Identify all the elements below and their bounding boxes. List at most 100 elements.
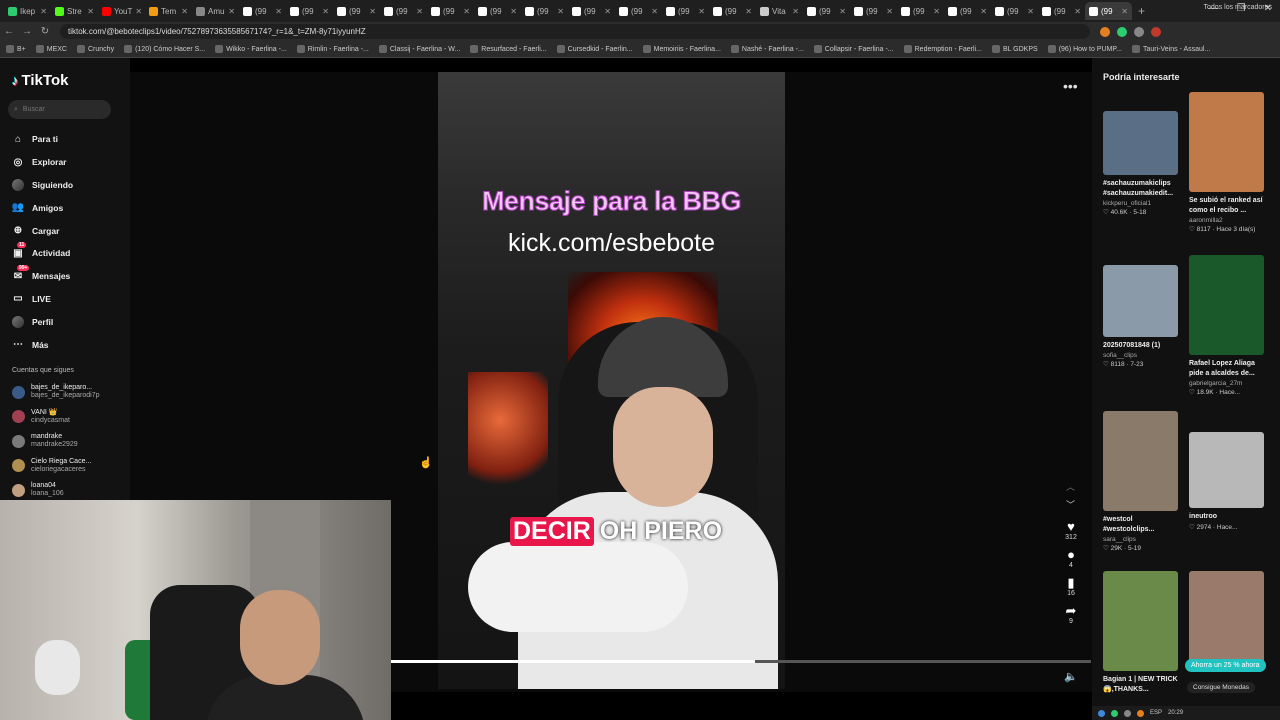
tab-close-icon[interactable]: ✕ (886, 7, 893, 16)
reload-icon[interactable]: ↻ (36, 26, 54, 37)
tab-close-icon[interactable]: ✕ (40, 7, 47, 16)
tab-close-icon[interactable]: ✕ (463, 7, 470, 16)
tab-close-icon[interactable]: ✕ (1121, 7, 1128, 16)
bookmark-item[interactable]: MEXC (35, 45, 67, 53)
tab-close-icon[interactable]: ✕ (1074, 7, 1081, 16)
tab-close-icon[interactable]: ✕ (322, 7, 329, 16)
recommendation-card[interactable]: Se subió el ranked así como el recibo ..… (1189, 92, 1269, 233)
tab-close-icon[interactable]: ✕ (839, 7, 846, 16)
tab-close-icon[interactable]: ✕ (698, 7, 705, 16)
tab-close-icon[interactable]: ✕ (369, 7, 376, 16)
browser-tab[interactable]: (99 ✕ (944, 2, 991, 20)
keyboard-language[interactable]: ESP (1150, 710, 1162, 716)
bookmark-item[interactable]: Wikko - Faerlina -... (215, 45, 287, 53)
tray-icon[interactable] (1111, 709, 1118, 717)
browser-tab[interactable]: Ikep ✕ (4, 2, 51, 20)
tab-close-icon[interactable]: ✕ (87, 7, 94, 16)
forward-icon[interactable]: → (18, 26, 36, 37)
browser-tab[interactable]: Amu ✕ (192, 2, 239, 20)
tiktok-logo[interactable]: ♪ TikTok (12, 72, 68, 89)
tab-close-icon[interactable]: ✕ (651, 7, 658, 16)
browser-tab[interactable]: YouT ✕ (98, 2, 145, 20)
bookmark-item[interactable]: Nashé - Faerlina -... (730, 45, 804, 53)
bookmark-item[interactable]: B+ (6, 45, 26, 53)
tab-close-icon[interactable]: ✕ (416, 7, 423, 16)
recommendation-card[interactable] (1189, 571, 1269, 671)
browser-tab[interactable]: (99 ✕ (380, 2, 427, 20)
recommendation-thumbnail[interactable] (1103, 265, 1178, 337)
browser-tab[interactable]: (99 ✕ (427, 2, 474, 20)
video-progress-bar[interactable] (391, 660, 1091, 663)
sidebar-item-mas[interactable]: ⋯ Más (12, 333, 127, 356)
bookmark-item[interactable]: Memoiriis - Faerlina... (642, 45, 721, 53)
bookmark-item[interactable]: Crunchy (77, 45, 114, 53)
following-item[interactable]: loana04 loana_106 (12, 478, 127, 503)
recommendation-card[interactable]: Rafael Lopez Aliaga pide a alcaldes de..… (1189, 255, 1269, 396)
back-icon[interactable]: ← (0, 26, 18, 37)
recommendation-thumbnail[interactable] (1103, 411, 1178, 511)
like-button[interactable]: ♥ 312 (1058, 520, 1084, 542)
sidebar-item-para-ti[interactable]: ⌂ Para ti (12, 128, 127, 151)
more-options-icon[interactable]: ••• (1063, 78, 1078, 94)
sidebar-item-cargar[interactable]: ⊕ Cargar (12, 219, 127, 242)
browser-tab[interactable]: (99 ✕ (897, 2, 944, 20)
sidebar-item-amigos[interactable]: 👥 Amigos (12, 196, 127, 219)
share-button[interactable]: ➦ 9 (1058, 604, 1084, 626)
sidebar-item-mensajes[interactable]: ✉ 99+ Mensajes (12, 265, 127, 288)
bookmark-item[interactable]: BL GDKPS (991, 45, 1038, 53)
bookmark-item[interactable]: Redemption - Faerli... (903, 45, 982, 53)
browser-tab[interactable]: (99 ✕ (568, 2, 615, 20)
sidebar-item-siguiendo[interactable]: Siguiendo (12, 174, 127, 197)
next-video-icon[interactable]: ﹀ (1066, 498, 1075, 511)
tab-close-icon[interactable]: ✕ (1027, 7, 1034, 16)
tab-close-icon[interactable]: ✕ (980, 7, 987, 16)
browser-tab[interactable]: Stre ✕ (51, 2, 98, 20)
following-item[interactable]: Cielo Riega Cace... cieloriegacaceres (12, 454, 127, 479)
sidebar-item-perfil[interactable]: Perfil (12, 310, 127, 333)
recommendation-card[interactable]: 202507081848 (1) sofia__clips ♡ 8118 · 7-2… (1103, 265, 1183, 368)
save-button[interactable]: ▮ 16 (1058, 576, 1084, 598)
all-bookmarks-button[interactable]: Todos los marcadores (1204, 4, 1272, 11)
recommendation-card[interactable]: Bagian 1 | NEW TRICK😱,THANKS... (1103, 571, 1183, 695)
following-item[interactable]: mandrake mandrake2929 (12, 429, 127, 454)
bookmark-item[interactable]: Tauri-Veins - Assaul... (1131, 45, 1210, 53)
video-player[interactable]: Mensaje para la BBG kick.com/esbebote DE… (438, 72, 785, 689)
recommendation-thumbnail[interactable] (1189, 571, 1264, 671)
recommendation-card[interactable]: #westcol #westcolclips... sara__clips ♡ 29… (1103, 411, 1183, 552)
bookmark-item[interactable]: Rimlin - Faerlina -... (296, 45, 369, 53)
browser-tab[interactable]: (99 ✕ (803, 2, 850, 20)
tab-close-icon[interactable]: ✕ (745, 7, 752, 16)
extension-icon[interactable] (1100, 26, 1110, 37)
browser-tab[interactable]: (99 ✕ (521, 2, 568, 20)
bookmark-item[interactable]: Cursedkid - Faerlin... (556, 45, 633, 53)
following-item[interactable]: bajes_de_ikeparo... bajes_de_ikeparodi7p (12, 380, 127, 405)
recommendation-thumbnail[interactable] (1189, 92, 1264, 192)
extension-icon[interactable] (1117, 26, 1127, 37)
browser-tab[interactable]: Vita ✕ (756, 2, 803, 20)
recommendation-card[interactable]: #sachauzumakiclips #sachauzumakiedit... k… (1103, 111, 1183, 216)
bookmark-item[interactable]: Collapsir - Faerlina -... (813, 45, 894, 53)
tab-close-icon[interactable]: ✕ (181, 7, 188, 16)
sidebar-item-live[interactable]: ▭ LIVE (12, 288, 127, 311)
recommendation-card[interactable]: ineutroo ♡ 2974 · Hace... (1189, 432, 1269, 531)
new-tab-icon[interactable]: + (1138, 4, 1145, 18)
bookmark-item[interactable]: (96) How to PUMP... (1047, 45, 1122, 53)
tab-close-icon[interactable]: ✕ (510, 7, 517, 16)
tab-close-icon[interactable]: ✕ (792, 7, 799, 16)
profile-avatar-icon[interactable] (1151, 26, 1161, 37)
previous-video-icon[interactable]: ︿ (1066, 480, 1075, 493)
bookmark-item[interactable]: Classij - Faerlina - W... (378, 45, 460, 53)
sidebar-item-actividad[interactable]: ▣ 11 Actividad (12, 242, 127, 265)
tray-icon[interactable] (1124, 709, 1131, 717)
tab-close-icon[interactable]: ✕ (228, 7, 235, 16)
search-input[interactable]: ⌕ Buscar (8, 100, 111, 119)
browser-tab[interactable]: (99 ✕ (1085, 2, 1132, 20)
browser-tab[interactable]: (99 ✕ (662, 2, 709, 20)
clock[interactable]: 20:29 (1168, 710, 1183, 716)
tab-close-icon[interactable]: ✕ (604, 7, 611, 16)
tab-close-icon[interactable]: ✕ (275, 7, 282, 16)
bookmark-item[interactable]: Resurfaced - Faerli... (470, 45, 547, 53)
recommendation-thumbnail[interactable] (1103, 571, 1178, 671)
comment-button[interactable]: ● 4 (1058, 548, 1084, 570)
get-coins-button[interactable]: Consigue Monedas (1187, 682, 1256, 693)
